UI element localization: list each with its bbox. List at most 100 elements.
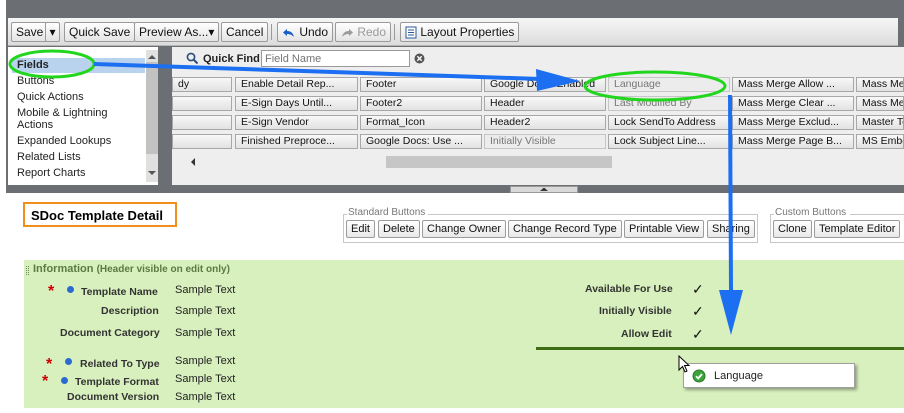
delete-button[interactable]: Delete [378,220,420,238]
field-item[interactable]: Mass Merge Exclud... [732,115,854,130]
field-item[interactable]: dy [172,77,232,92]
field-indicator-icon [65,358,72,365]
toolbar-divider [271,24,272,40]
scroll-left-icon[interactable] [188,155,198,169]
field-label-initially-visible: Initially Visible [599,305,672,317]
save-button[interactable]: Save [11,22,49,42]
field-label-template-name: Template Name [81,286,158,298]
field-item[interactable] [172,134,232,149]
clone-button[interactable]: Clone [773,220,812,238]
field-item[interactable]: Mass Me [856,77,904,92]
field-value[interactable]: Sample Text [175,305,235,317]
field-label-related-to-type: Related To Type [80,358,160,370]
field-item[interactable]: Format_Icon [360,115,482,130]
dragged-field-ghost: Language [683,363,855,388]
field-item[interactable]: MS Embe [856,134,904,149]
category-fields[interactable]: Fields [12,58,145,73]
field-label-allow-edit: Allow Edit [621,328,672,340]
scroll-down-icon[interactable] [146,168,158,178]
checkbox-checked-icon[interactable]: ✓ [692,303,704,320]
category-expanded-lookups[interactable]: Expanded Lookups [17,135,111,148]
edit-button[interactable]: Edit [346,220,375,238]
field-label-document-category: Document Category [60,327,160,339]
scroll-up-icon[interactable] [146,52,158,62]
field-label-document-version: Document Version [67,391,160,403]
field-item[interactable]: Lock Subject Line... [608,134,730,149]
template-editor-button[interactable]: Template Editor [814,220,901,238]
field-indicator-icon [67,286,74,293]
field-value[interactable]: Sample Text [175,327,235,339]
section-title: Information [33,263,94,275]
field-item[interactable]: Finished Preproce... [235,134,358,149]
clear-icon[interactable] [414,53,425,64]
field-value[interactable]: Sample Text [175,391,235,403]
field-item[interactable]: Enable Detail Rep... [235,77,358,92]
category-mobile-lightning-actions-line2[interactable]: Actions [17,119,53,132]
palette-fields-area: Quick Find dy Enable Detail Rep... Foote… [172,47,904,185]
field-indicator-icon [61,377,68,384]
quick-find-input[interactable] [261,50,410,67]
field-item[interactable]: Header [484,96,606,111]
caret-down-icon: ▾ [49,25,56,39]
required-icon: * [48,283,55,300]
mouse-cursor-icon [678,355,691,373]
field-item[interactable]: Footer2 [360,96,482,111]
field-value[interactable]: Sample Text [175,373,235,385]
field-item[interactable]: Lock SendTo Address [608,115,730,130]
section-header: Information (Header visible on edit only… [33,263,230,275]
fields-horizontal-scrollbar[interactable] [186,155,904,169]
cancel-button[interactable]: Cancel [221,22,269,42]
undo-icon [283,28,294,37]
category-quick-actions[interactable]: Quick Actions [17,91,84,104]
field-value[interactable]: Sample Text [175,355,235,367]
drag-grip-icon[interactable] [26,266,29,275]
field-item[interactable]: Mass Me [856,96,904,111]
field-item[interactable]: Mass Merge Page B... [732,134,854,149]
change-owner-button[interactable]: Change Owner [422,220,506,238]
page-title: SDoc Template Detail [31,208,163,223]
undo-button[interactable]: Undo [277,22,334,42]
redo-button[interactable]: Redo [335,22,392,42]
checkbox-checked-icon[interactable]: ✓ [692,326,704,343]
toolbar-divider [394,24,395,40]
field-item[interactable]: Master Te [856,115,904,130]
save-dropdown-button[interactable]: ▾ [45,22,60,42]
category-report-charts[interactable]: Report Charts [17,167,85,180]
category-buttons[interactable]: Buttons [17,75,54,88]
preview-as-button[interactable]: Preview As...▾ [134,22,220,42]
chevron-up-icon [540,187,548,191]
printable-view-button[interactable]: Printable View [624,220,705,238]
field-item[interactable] [172,96,232,111]
field-item[interactable]: Initially Visible [484,134,606,149]
field-value[interactable]: Sample Text [175,284,235,296]
check-circle-icon [692,369,706,383]
change-record-type-button[interactable]: Change Record Type [508,220,622,238]
field-item[interactable]: Google Docs: Use ... [360,134,482,149]
field-item[interactable]: Header2 [484,115,606,130]
scroll-thumb[interactable] [146,62,158,154]
field-item[interactable]: E-Sign Days Until... [235,96,358,111]
field-label-template-format: Template Format [75,376,159,388]
quick-save-button[interactable]: Quick Save [64,22,136,42]
field-item[interactable] [172,115,232,130]
layout-properties-button[interactable]: Layout Properties [400,22,520,42]
field-item[interactable]: Mass Merge Clear ... [732,96,854,111]
palette-resize-handle[interactable] [510,186,578,193]
caret-down-icon: ▾ [208,25,215,39]
category-scrollbar[interactable] [146,50,158,182]
field-item[interactable]: Last Modified By [608,96,730,111]
field-item[interactable]: E-Sign Vendor [235,115,358,130]
required-icon: * [42,373,49,390]
checkbox-checked-icon[interactable]: ✓ [692,281,704,298]
scroll-thumb[interactable] [386,156,612,168]
field-label-description: Description [101,305,159,317]
redo-icon [342,28,353,37]
field-item[interactable]: Mass Merge Allow ... [732,77,854,92]
section-hint: (Header visible on edit only) [96,264,230,275]
field-item[interactable]: Footer [360,77,482,92]
field-item[interactable]: Google Docs: Enabled [484,77,606,92]
sharing-button[interactable]: Sharing [707,220,755,238]
palette-category-list: Fields Buttons Quick Actions Mobile & Li… [8,47,158,185]
field-item-language[interactable]: Language [608,77,730,92]
category-related-lists[interactable]: Related Lists [17,151,81,164]
